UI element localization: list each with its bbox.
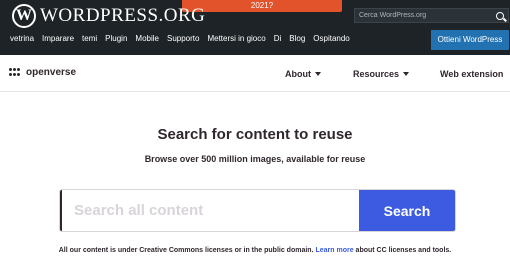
search-form: Search <box>59 189 456 232</box>
menu-resources[interactable]: Resources <box>353 69 410 79</box>
get-wordpress-button[interactable]: Ottieni WordPress <box>431 30 509 50</box>
license-note: All our content is under Creative Common… <box>0 247 510 254</box>
nav-item-blog[interactable]: Blog <box>289 34 305 43</box>
wordpress-logo-text: WORDPRESS.ORG <box>40 5 206 26</box>
license-note-suffix: about CC licenses and tools. <box>355 247 452 254</box>
openverse-logo[interactable]: openverse <box>9 67 76 78</box>
learn-more-link[interactable]: Learn more <box>315 247 353 254</box>
nav-item-vetrina[interactable]: vetrina <box>10 34 34 43</box>
wordpress-search[interactable]: Cerca WordPress.org <box>354 8 509 23</box>
page-subtitle: Browse over 500 million images, availabl… <box>144 154 366 164</box>
wordpress-top-bar: 2021? W WORDPRESS.ORG Cerca WordPress.or… <box>0 0 510 55</box>
menu-about[interactable]: About <box>285 69 321 79</box>
page-title: Search for content to reuse <box>157 126 353 143</box>
wordpress-nav: vetrina Imparare temi Plugin Mobile Supp… <box>10 34 350 43</box>
search-button[interactable]: Search <box>359 190 455 231</box>
search-icon[interactable] <box>496 11 504 20</box>
nav-item-plugin[interactable]: Plugin <box>105 34 127 43</box>
search-input[interactable] <box>60 190 359 231</box>
nav-item-mobile[interactable]: Mobile <box>135 34 159 43</box>
chevron-down-icon <box>315 72 321 76</box>
menu-resources-label: Resources <box>353 69 400 79</box>
wordpress-logo[interactable]: W WORDPRESS.ORG <box>12 4 205 28</box>
menu-about-label: About <box>285 69 311 79</box>
chevron-down-icon <box>403 72 410 76</box>
nav-item-ospitando[interactable]: Ospitando <box>313 34 349 43</box>
openverse-logo-icon <box>9 67 21 78</box>
openverse-brand-name: openverse <box>26 67 77 78</box>
openverse-header: openverse About Resources Web extension <box>0 55 510 92</box>
wordpress-search-input[interactable]: Cerca WordPress.org <box>359 12 496 19</box>
license-note-prefix: All our content is under Creative Common… <box>58 247 314 254</box>
nav-item-mettersi-in-gioco[interactable]: Mettersi in gioco <box>207 34 265 43</box>
menu-web-extension-label: Web extension <box>440 69 504 79</box>
nav-item-di[interactable]: Di <box>274 34 282 43</box>
nav-item-supporto[interactable]: Supporto <box>167 34 199 43</box>
wordpress-logo-icon: W <box>12 4 36 28</box>
announcement-banner[interactable]: 2021? <box>182 0 342 12</box>
nav-item-imparare[interactable]: Imparare <box>42 34 74 43</box>
menu-web-extension[interactable]: Web extension <box>440 69 503 79</box>
nav-item-temi[interactable]: temi <box>82 34 97 43</box>
